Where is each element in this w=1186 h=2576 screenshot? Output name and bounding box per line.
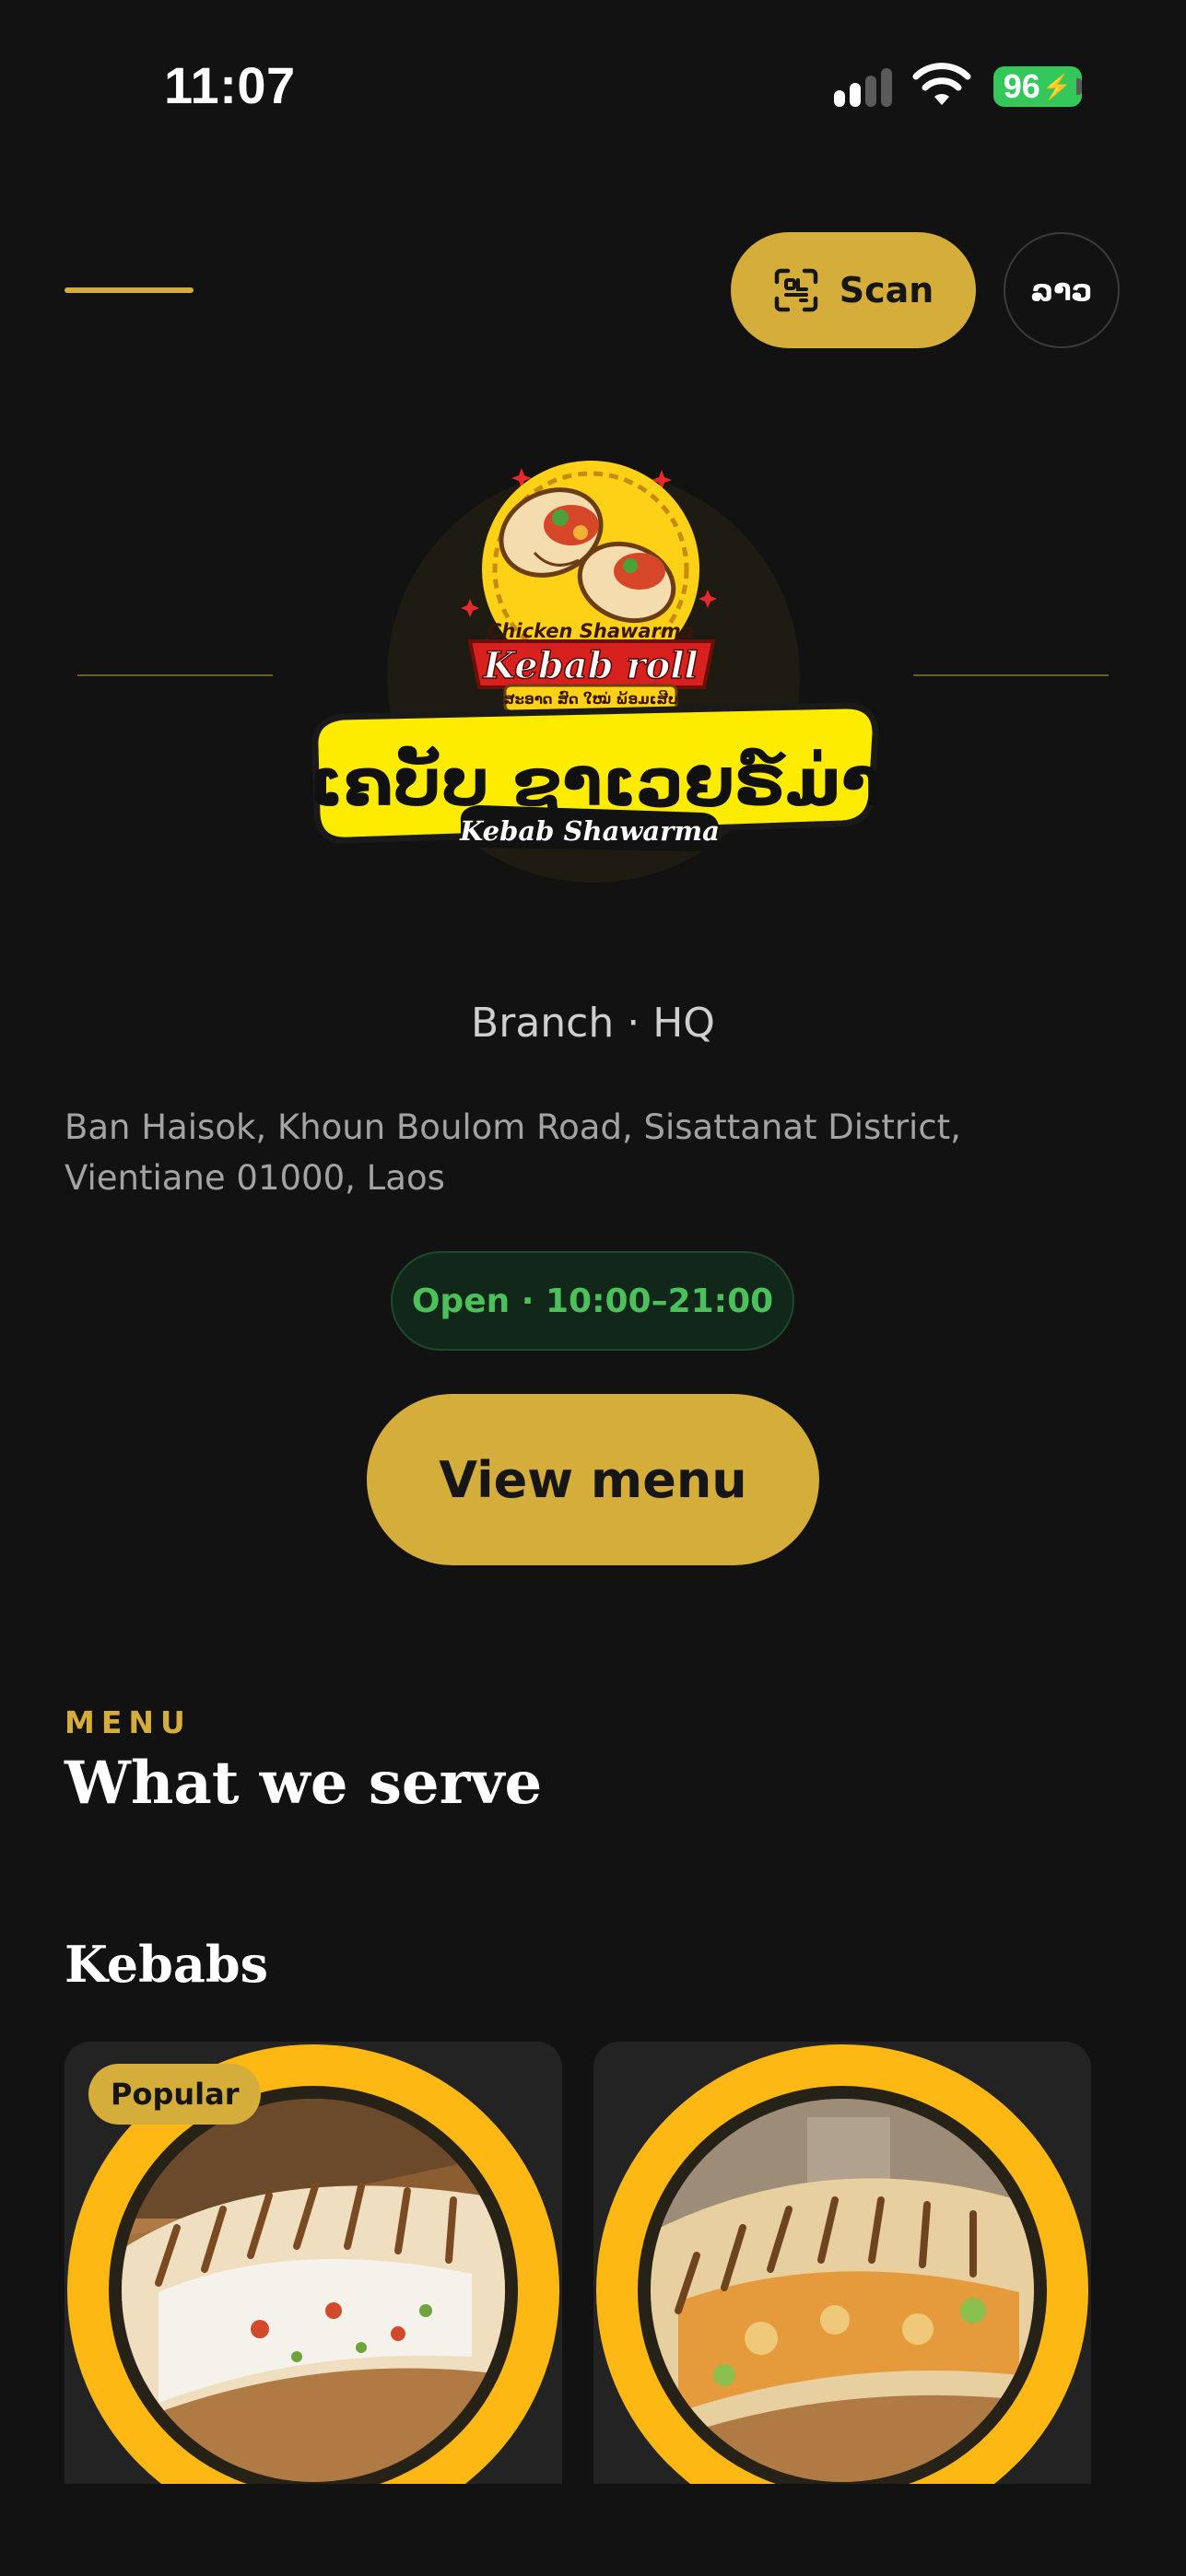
menu-toggle-line[interactable]: [65, 287, 194, 293]
scan-button[interactable]: Scan: [731, 232, 976, 348]
logo-divider-left: [77, 674, 273, 676]
view-menu-button[interactable]: View menu: [367, 1394, 819, 1565]
menu-item-image: [122, 2099, 505, 2482]
menu-eyebrow: MENU: [65, 1704, 192, 1740]
language-button[interactable]: ລາວ: [1004, 232, 1120, 348]
charging-bolt-icon: ⚡: [1041, 72, 1073, 100]
menu-item-card[interactable]: [593, 2042, 1091, 2484]
wifi-icon: [912, 63, 971, 105]
app-screen: 11:07 96 ⚡ Scan ລາວ Chicken Shawarma Keb…: [0, 0, 1186, 2576]
view-menu-label: View menu: [439, 1450, 747, 1509]
scan-qr-icon: [774, 268, 817, 312]
branch-label: Branch · HQ: [471, 1000, 715, 1047]
category-title: Kebabs: [65, 1935, 269, 1994]
menu-item-image: [651, 2099, 1034, 2482]
logo-divider-right: [913, 674, 1109, 676]
logo-title-en: Kebab Shawarma: [459, 815, 720, 847]
opening-hours-badge: Open · 10:00–21:00: [391, 1251, 794, 1351]
logo-script-text: Kebab roll: [482, 644, 698, 687]
battery-icon: 96 ⚡: [993, 66, 1082, 107]
menu-section-title: What we serve: [65, 1749, 543, 1818]
battery-level: 96: [1003, 67, 1040, 105]
language-button-label: ລາວ: [1030, 273, 1093, 308]
popular-badge-label: Popular: [111, 2077, 240, 2112]
opening-hours-text: Open · 10:00–21:00: [411, 1282, 774, 1320]
menu-item-card[interactable]: Popular: [65, 2042, 562, 2484]
store-address: Ban Haisok, Khoun Boulom Road, Sisattana…: [65, 1107, 961, 1198]
status-time: 11:07: [164, 56, 296, 114]
bottom-area: [0, 2484, 1186, 2576]
restaurant-logo: Chicken Shawarma Kebab roll ສະອາດ ສົດ ໃໝ…: [309, 461, 882, 851]
popular-badge: Popular: [88, 2064, 262, 2125]
scan-button-label: Scan: [839, 270, 934, 310]
cellular-signal-icon: [834, 68, 892, 107]
battery-cap: [1076, 78, 1082, 95]
logo-top-text: Chicken Shawarma: [487, 620, 694, 642]
logo-tagline: ສະອາດ ສົດ ໃໝ່ ພ້ອມເສີບ: [503, 689, 678, 708]
